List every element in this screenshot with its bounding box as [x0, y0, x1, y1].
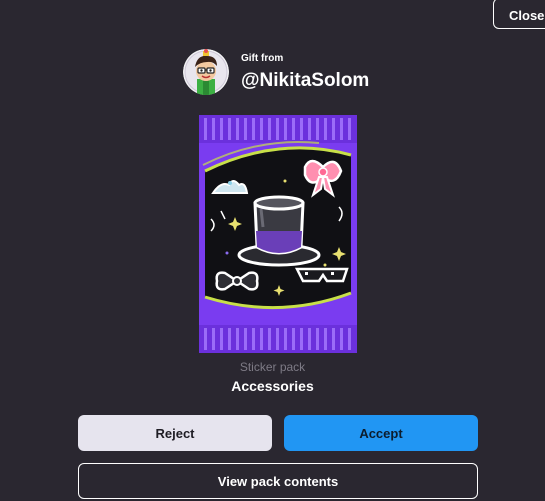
pack-type-label: Sticker pack: [239, 360, 306, 374]
sticker-pack-art[interactable]: [199, 115, 357, 353]
gift-dialog: Close Gift from @NikitaSolom Sticker pac…: [0, 0, 545, 501]
view-pack-contents-button[interactable]: View pack contents: [78, 463, 478, 499]
gift-from-caption: Gift from: [241, 53, 284, 64]
accept-button[interactable]: Accept: [284, 415, 478, 451]
pack-top-crimp: [199, 115, 357, 143]
close-button[interactable]: Close: [493, 0, 545, 29]
cartoon-character-avatar-icon: [183, 49, 229, 95]
pack-name-label: Accessories: [231, 378, 314, 394]
avatar[interactable]: [183, 49, 229, 95]
reject-button[interactable]: Reject: [78, 415, 272, 451]
sender-username[interactable]: @NikitaSolom: [241, 70, 369, 92]
pack-bottom-crimp: [199, 325, 357, 353]
